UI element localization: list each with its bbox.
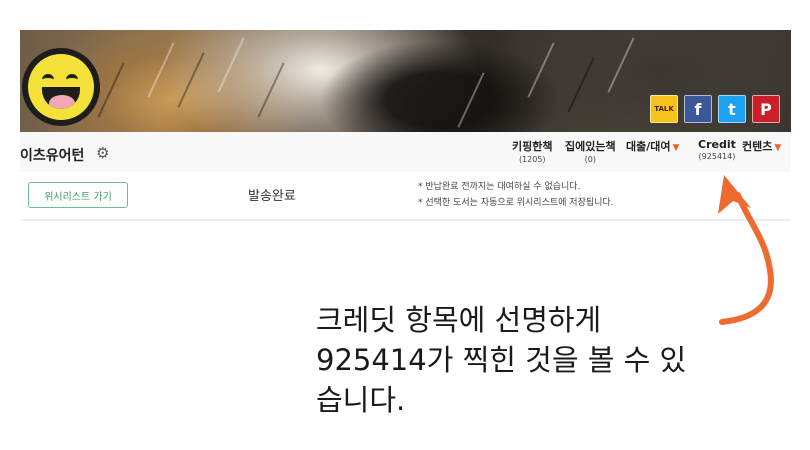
caption-line: 925414가 찍힌 것을 볼 수 있 [316, 343, 687, 377]
caption-line: 습니다. [316, 383, 406, 417]
annotation-caption: 크레딧 항목에 선명하게 925414가 찍힌 것을 볼 수 있 습니다. [316, 300, 786, 420]
caption-line: 크레딧 항목에 선명하게 [316, 303, 602, 337]
